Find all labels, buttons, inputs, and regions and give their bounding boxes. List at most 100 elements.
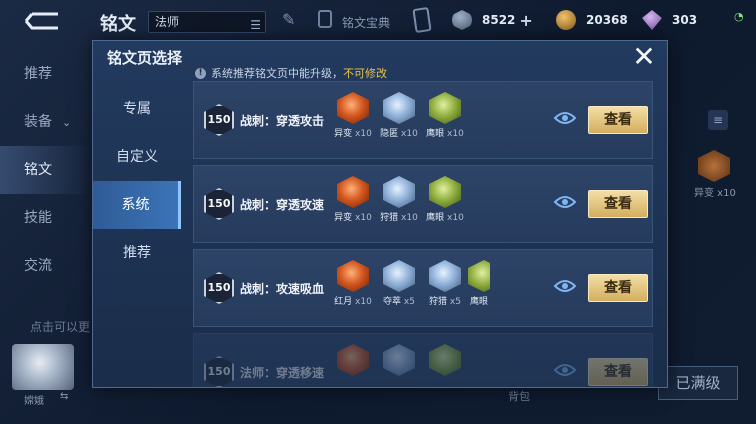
rune-item: 狩猎 x10 xyxy=(376,176,422,223)
eye-icon[interactable] xyxy=(554,194,576,210)
currency-value: 303 xyxy=(672,13,698,27)
rune-group: 异变 x10 隐匿 x10 鹰眼 x10 xyxy=(330,92,468,139)
tab-system[interactable]: 系统 xyxy=(93,181,181,229)
rune-page-name: 战刺：攻速吸血 xyxy=(240,282,325,296)
rune-item: 异变 x10 xyxy=(330,176,376,223)
currency-value: 20368 xyxy=(586,13,628,27)
backpack-label: 背包 xyxy=(508,390,530,403)
green-rune-icon xyxy=(468,260,490,292)
background-nav: 推荐 装备 ⌄ 铭文 技能 交流 xyxy=(0,50,90,290)
rune-item: 红月 x10 xyxy=(330,260,376,307)
list-icon: ☰ xyxy=(250,18,261,32)
notice: ! 系统推荐铭文页中能升级， 不可修改 xyxy=(195,65,387,81)
rune-item: 鹰眼 xyxy=(468,260,490,307)
view-button[interactable]: 查看 xyxy=(588,358,648,386)
view-button[interactable]: 查看 xyxy=(588,106,648,134)
add-currency-button[interactable]: + xyxy=(519,11,532,30)
red-rune-icon xyxy=(337,176,369,208)
tab-custom[interactable]: 自定义 xyxy=(93,133,181,181)
rune-label: 异变 x10 xyxy=(694,188,736,199)
rune-page-name: 法师：穿透移速 xyxy=(240,366,325,380)
rune-group: 红月 x10 夺萃 x5 狩猎 x5 鹰眼 xyxy=(330,260,490,307)
tab-recommend[interactable]: 推荐 xyxy=(93,229,181,277)
green-rune-icon xyxy=(429,344,461,376)
list-item: 150 法师：穿透移速 查看 xyxy=(193,333,653,387)
hero-avatar[interactable] xyxy=(12,344,74,390)
rune-group xyxy=(330,344,468,376)
brush-icon[interactable]: ✎ xyxy=(282,10,295,29)
rune-treasure-link[interactable]: 铭文宝典 xyxy=(342,14,390,31)
rune-page-list[interactable]: 150 战刺：穿透攻击 异变 x10 隐匿 x10 鹰眼 x10 查看 150 … xyxy=(193,81,655,387)
rune-item xyxy=(330,344,376,376)
rune-item xyxy=(422,344,468,376)
rune-group: 异变 x10 狩猎 x10 鹰眼 x10 xyxy=(330,176,468,223)
nav-item-exchange[interactable]: 交流 xyxy=(0,242,90,290)
rune-count: x10 xyxy=(447,213,464,223)
wifi-icon: ◔ xyxy=(734,10,744,23)
rune-item: 夺萃 x5 xyxy=(376,260,422,307)
nav-item-skill[interactable]: 技能 xyxy=(0,194,90,242)
rune-item: 鹰眼 x10 xyxy=(422,176,468,223)
view-button[interactable]: 查看 xyxy=(588,274,648,302)
rune-count: x5 xyxy=(403,297,415,307)
list-item: 150 战刺：穿透攻击 异变 x10 隐匿 x10 鹰眼 x10 查看 xyxy=(193,81,653,159)
list-icon[interactable]: ≡ xyxy=(708,110,728,130)
blue-rune-icon xyxy=(383,344,415,376)
blue-rune-icon xyxy=(383,92,415,124)
notice-warning: 不可修改 xyxy=(343,67,387,80)
rune-count: x10 xyxy=(355,297,372,307)
eye-icon[interactable] xyxy=(554,362,576,378)
rune-item xyxy=(376,344,422,376)
rune-name: 鹰眼 xyxy=(426,129,445,139)
rune-item: 异变 x10 xyxy=(330,92,376,139)
red-rune-icon xyxy=(337,344,369,376)
rune-count: x10 xyxy=(401,129,418,139)
hero-select[interactable]: 法师 ☰ xyxy=(148,11,266,33)
blue-rune-icon xyxy=(383,176,415,208)
list-item: 150 战刺：穿透攻速 异变 x10 狩猎 x10 鹰眼 x10 查看 xyxy=(193,165,653,243)
currency-gold: 20368 xyxy=(556,10,628,30)
rune-name: 夺萃 xyxy=(383,297,402,307)
rune-count: x5 xyxy=(449,297,461,307)
phone-icon[interactable] xyxy=(412,7,432,33)
level-badge: 150 xyxy=(204,104,234,136)
rune-count: x10 xyxy=(447,129,464,139)
rune-name: 狩猎 xyxy=(429,297,448,307)
gold-coin-icon xyxy=(556,10,576,30)
back-icon[interactable] xyxy=(22,10,62,32)
green-rune-icon xyxy=(429,176,461,208)
side-tabs: 专属 自定义 系统 推荐 xyxy=(93,85,181,277)
currency-gem: 303 xyxy=(642,10,697,30)
view-button[interactable]: 查看 xyxy=(588,190,648,218)
red-rune-icon xyxy=(337,92,369,124)
rune-name: 异变 xyxy=(334,213,353,223)
list-item: 150 战刺：攻速吸血 红月 x10 夺萃 x5 狩猎 x5 鹰眼 查看 xyxy=(193,249,653,327)
red-rune-icon xyxy=(337,260,369,292)
tab-exclusive[interactable]: 专属 xyxy=(93,85,181,133)
hero-select-value: 法师 xyxy=(155,15,180,29)
eye-icon[interactable] xyxy=(554,110,576,126)
top-bar: 铭文 法师 ☰ ✎ 铭文宝典 8522 + 20368 303 ◔ xyxy=(0,0,756,44)
dialog-title: 铭文页选择 xyxy=(107,49,183,67)
level-badge: 150 xyxy=(204,188,234,220)
currency-value: 8522 xyxy=(482,13,516,27)
close-button[interactable]: ✕ xyxy=(631,43,657,71)
rune-name: 隐匿 xyxy=(380,129,399,139)
hero-name: 嫦娥 xyxy=(24,396,44,407)
rune-name: 红月 xyxy=(334,297,353,307)
info-icon: ! xyxy=(195,67,206,79)
nav-item-equipment[interactable]: 装备 ⌄ xyxy=(0,98,90,146)
swap-icon[interactable]: ⇆ xyxy=(60,391,68,402)
rune-name: 鹰眼 xyxy=(469,297,488,307)
blue-rune-icon xyxy=(383,260,415,292)
notice-text: 系统推荐铭文页中能升级， xyxy=(211,67,343,80)
rune-page-name: 战刺：穿透攻击 xyxy=(240,114,325,128)
nav-item-rune[interactable]: 铭文 xyxy=(0,146,90,194)
max-level-button[interactable]: 已满级 xyxy=(658,366,738,400)
eye-icon[interactable] xyxy=(554,278,576,294)
nav-item-recommend[interactable]: 推荐 xyxy=(0,50,90,98)
page-title: 铭文 xyxy=(100,14,136,35)
green-rune-icon xyxy=(429,92,461,124)
rune-name: 狩猎 xyxy=(380,213,399,223)
rune-pack-icon[interactable] xyxy=(318,10,332,28)
